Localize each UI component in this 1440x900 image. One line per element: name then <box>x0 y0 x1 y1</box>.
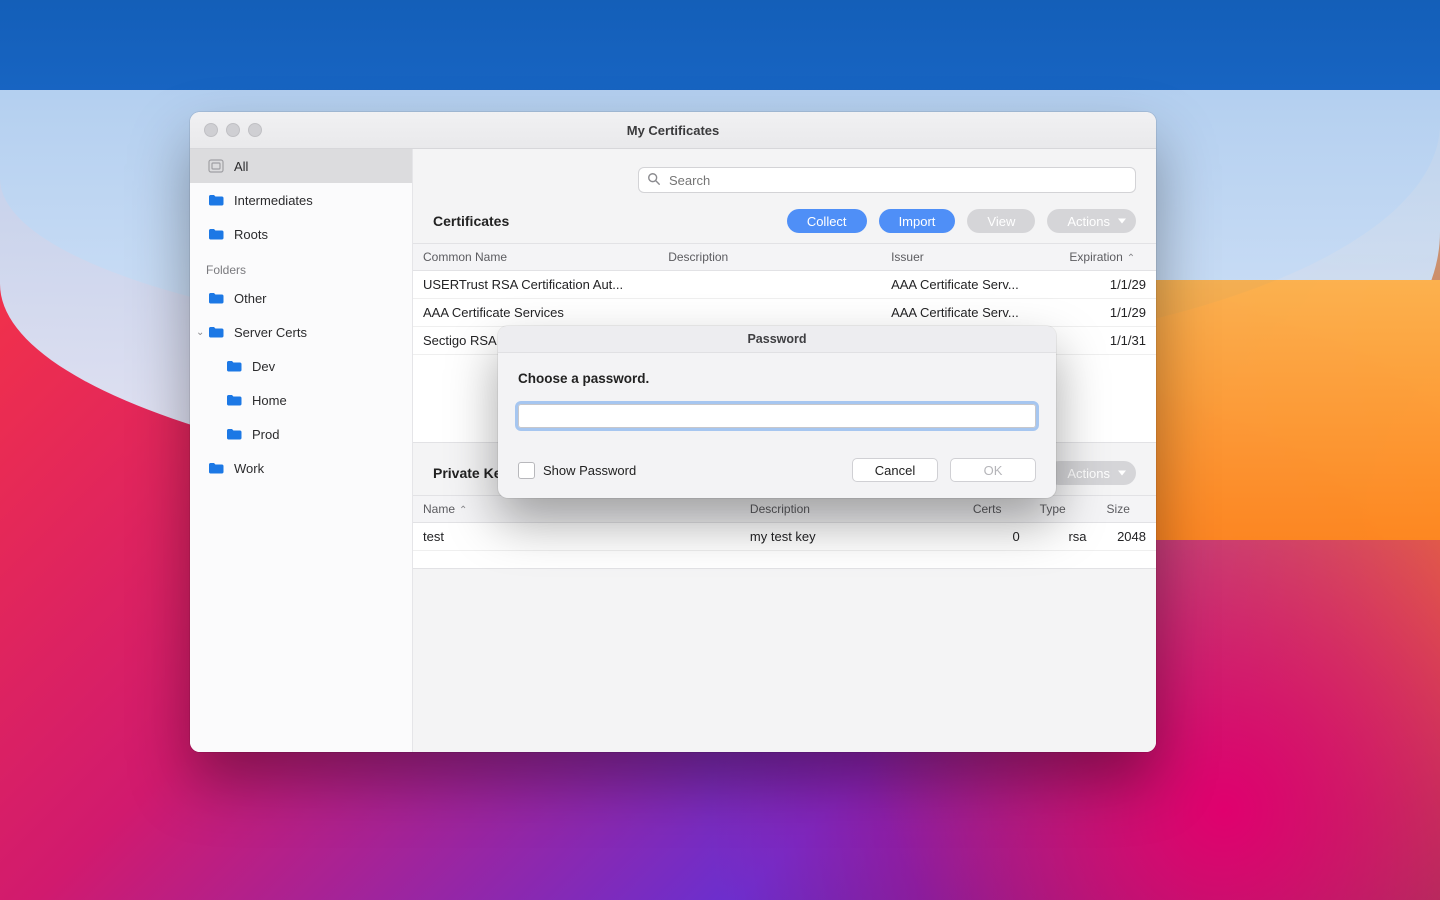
sidebar-item-label: Work <box>234 461 264 476</box>
sidebar-item-label: Roots <box>234 227 268 242</box>
col-common-name[interactable]: Common Name <box>413 244 658 271</box>
col-type[interactable]: Type <box>1030 496 1097 523</box>
sidebar-item-label: Dev <box>252 359 275 374</box>
col-expiration[interactable]: Expiration⌃ <box>1059 244 1156 271</box>
titlebar[interactable]: My Certificates <box>190 112 1156 149</box>
sidebar-folder-home[interactable]: Home <box>190 383 412 417</box>
search-field[interactable] <box>667 172 1127 189</box>
checkbox-icon[interactable] <box>518 462 535 479</box>
col-name[interactable]: Name⌃ <box>413 496 740 523</box>
sidebar-item-label: All <box>234 159 248 174</box>
sidebar-item-label: Intermediates <box>234 193 313 208</box>
sidebar-section-folders: Folders <box>190 251 412 281</box>
chevron-up-icon: ⌃ <box>459 505 467 516</box>
sidebar: All Intermediates Roots Folders <box>190 149 413 752</box>
col-certs[interactable]: Certs <box>963 496 1030 523</box>
folder-icon <box>208 194 224 206</box>
sidebar-item-label: Home <box>252 393 287 408</box>
sidebar-item-all[interactable]: All <box>190 149 412 183</box>
sidebar-item-label: Prod <box>252 427 279 442</box>
sidebar-folder-other[interactable]: Other <box>190 281 412 315</box>
chevron-up-icon: ⌃ <box>1127 253 1135 264</box>
sidebar-folder-dev[interactable]: Dev <box>190 349 412 383</box>
certificates-title: Certificates <box>433 213 509 229</box>
sidebar-folder-work[interactable]: Work <box>190 451 412 485</box>
window-title: My Certificates <box>190 123 1156 138</box>
all-icon <box>208 159 224 173</box>
sidebar-item-intermediates[interactable]: Intermediates <box>190 183 412 217</box>
sidebar-item-label: Other <box>234 291 267 306</box>
ok-button: OK <box>950 458 1036 482</box>
col-issuer[interactable]: Issuer <box>881 244 1059 271</box>
cancel-button[interactable]: Cancel <box>852 458 938 482</box>
col-size[interactable]: Size <box>1097 496 1156 523</box>
col-description[interactable]: Description <box>740 496 963 523</box>
desktop-wallpaper: My Certificates All Intermediates <box>0 0 1440 900</box>
sidebar-folder-prod[interactable]: Prod <box>190 417 412 451</box>
folder-icon <box>226 360 242 372</box>
search-icon <box>647 172 667 189</box>
dialog-title: Password <box>498 326 1056 353</box>
dialog-prompt: Choose a password. <box>518 371 1036 386</box>
folder-icon <box>208 326 224 338</box>
folder-icon <box>208 292 224 304</box>
folder-icon <box>226 428 242 440</box>
folder-icon <box>226 394 242 406</box>
actions-key-button: Actions <box>1047 461 1136 485</box>
sidebar-item-roots[interactable]: Roots <box>190 217 412 251</box>
table-row[interactable]: test my test key 0 rsa 2048 <box>413 523 1156 551</box>
password-input[interactable] <box>518 404 1036 428</box>
view-cert-button: View <box>967 209 1035 233</box>
sidebar-folder-server-certs[interactable]: ⌄ Server Certs <box>190 315 412 349</box>
folder-icon <box>208 462 224 474</box>
col-description[interactable]: Description <box>658 244 881 271</box>
password-dialog: Password Choose a password. Show Passwor… <box>498 326 1056 498</box>
table-row[interactable]: AAA Certificate Services AAA Certificate… <box>413 299 1156 327</box>
table-row[interactable]: USERTrust RSA Certification Aut... AAA C… <box>413 271 1156 299</box>
keys-table[interactable]: Name⌃ Description Certs Type Size test <box>413 495 1156 569</box>
folder-icon <box>208 228 224 240</box>
show-password-checkbox[interactable]: Show Password <box>518 462 636 479</box>
collect-button[interactable]: Collect <box>787 209 867 233</box>
import-cert-button[interactable]: Import <box>879 209 956 233</box>
sidebar-item-label: Server Certs <box>234 325 307 340</box>
actions-cert-button: Actions <box>1047 209 1136 233</box>
show-password-label: Show Password <box>543 463 636 478</box>
chevron-down-icon[interactable]: ⌄ <box>196 327 208 338</box>
search-input[interactable] <box>638 167 1136 193</box>
